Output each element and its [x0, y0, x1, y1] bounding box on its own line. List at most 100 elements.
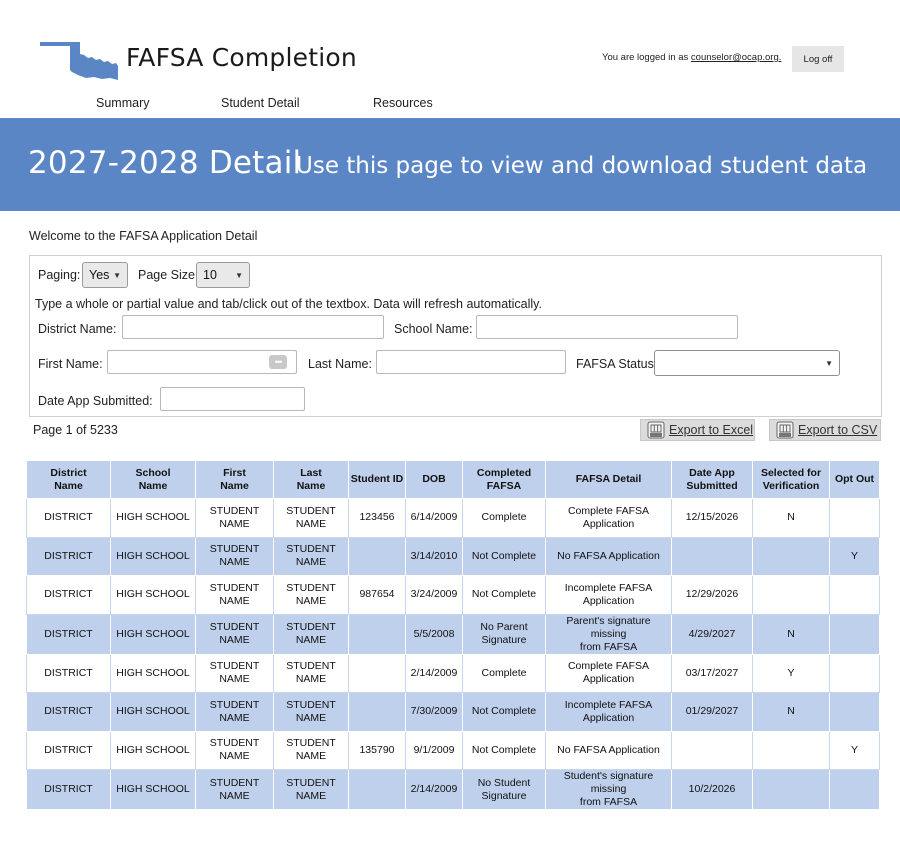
log-off-button[interactable]: Log off	[792, 46, 844, 72]
nav-student-detail[interactable]: Student Detail	[221, 96, 300, 110]
table-cell: 987654	[348, 575, 406, 615]
column-header-text: Completed	[476, 466, 532, 479]
more-options-icon[interactable]: •••	[269, 355, 287, 369]
school-name-label: School Name:	[394, 322, 473, 336]
table-cell: Y	[752, 653, 830, 693]
table-cell: Y	[829, 730, 880, 770]
table-cell	[752, 575, 830, 615]
table-cell: 9/1/2009	[405, 730, 463, 770]
nav-summary[interactable]: Summary	[96, 96, 149, 110]
table-cell: HIGH SCHOOL	[110, 498, 196, 538]
table-cell: STUDENT NAME	[195, 730, 274, 770]
table-cell: No FAFSA Application	[545, 536, 672, 576]
column-header[interactable]: Selected for Verification	[752, 460, 830, 499]
table-cell: 7/30/2009	[405, 692, 463, 732]
column-header[interactable]: Completed FAFSA	[462, 460, 546, 499]
table-cell: DISTRICT	[26, 575, 111, 615]
column-header[interactable]: Opt Out	[829, 460, 880, 499]
column-header[interactable]: School Name	[110, 460, 196, 499]
column-header-text: School	[135, 466, 171, 479]
table-cell: N	[752, 498, 830, 538]
school-name-input[interactable]	[476, 315, 738, 339]
chevron-down-icon: ▼	[825, 358, 833, 368]
export-excel-button[interactable]: Export to Excel	[640, 419, 755, 441]
table-cell: 10/2/2026	[671, 769, 753, 810]
table-cell: Complete FAFSA Application	[545, 653, 672, 693]
table-header-row: District Name School Name First Name Last Name S…	[26, 460, 880, 499]
column-header[interactable]: FAFSA Detail	[545, 460, 672, 499]
table-row: DISTRICT HIGH SCHOOL STUDENT NAME STUDENT NAM…	[26, 536, 880, 576]
column-header[interactable]: Student ID	[348, 460, 406, 499]
export-csv-button[interactable]: Export to CSV	[769, 419, 881, 441]
export-excel-label: Export to Excel	[669, 423, 754, 437]
table-cell: HIGH SCHOOL	[110, 536, 196, 576]
page-banner: 2027-2028 Detail Use this page to view a…	[0, 118, 900, 211]
page-size-select[interactable]: 10 ▼	[196, 262, 250, 288]
district-name-label: District Name:	[38, 322, 117, 336]
table-cell: 135790	[348, 730, 406, 770]
column-header-text: Selected for	[760, 466, 822, 479]
table-cell: STUDENT NAME	[195, 498, 274, 538]
table-cell: HIGH SCHOOL	[110, 730, 196, 770]
table-cell: Complete	[462, 653, 546, 693]
table-cell: 12/15/2026	[671, 498, 753, 538]
column-header-text: Student ID	[350, 473, 404, 485]
column-header-text: FAFSA	[486, 479, 522, 492]
login-prefix: You are logged in as	[602, 52, 691, 63]
table-cell: STUDENT NAME	[273, 730, 349, 770]
chevron-down-icon: ▼	[235, 270, 243, 280]
table-cell: DISTRICT	[26, 613, 111, 655]
table-cell: Not Complete	[462, 692, 546, 732]
column-header-text: Name	[138, 479, 168, 492]
table-cell: Y	[829, 536, 880, 576]
table-cell: 4/29/2027	[671, 613, 753, 655]
login-status: You are logged in as counselor@ocap.org.	[602, 52, 781, 63]
column-header[interactable]: First Name	[195, 460, 274, 499]
page-size-value: 10	[203, 268, 217, 282]
table-cell: 3/14/2010	[405, 536, 463, 576]
table-cell: STUDENT NAME	[273, 653, 349, 693]
table-cell	[348, 692, 406, 732]
column-header[interactable]: DOB	[405, 460, 463, 499]
table-cell: DISTRICT	[26, 769, 111, 810]
user-email-link[interactable]: counselor@ocap.org.	[691, 52, 781, 63]
table-cell: 2/14/2009	[405, 653, 463, 693]
welcome-text: Welcome to the FAFSA Application Detail	[29, 229, 258, 243]
table-cell: HIGH SCHOOL	[110, 653, 196, 693]
table-cell: 03/17/2027	[671, 653, 753, 693]
column-header-text: DOB	[422, 473, 446, 485]
column-header[interactable]: Date App Submitted	[671, 460, 753, 499]
page-count: Page 1 of 5233	[33, 423, 118, 437]
table-cell: STUDENT NAME	[273, 692, 349, 732]
date-app-submitted-input[interactable]	[160, 387, 305, 411]
district-name-input[interactable]	[122, 315, 384, 339]
table-cell: Parent's signature missing from FAFSA	[545, 613, 672, 655]
column-header-text: Name	[220, 479, 249, 492]
table-cell: STUDENT NAME	[273, 536, 349, 576]
nav-resources[interactable]: Resources	[373, 96, 433, 110]
paging-value: Yes	[89, 268, 110, 282]
column-header[interactable]: Last Name	[273, 460, 349, 499]
first-name-input[interactable]: •••	[107, 350, 297, 374]
table-cell: 5/5/2008	[405, 613, 463, 655]
paging-label: Paging:	[38, 268, 81, 282]
table-cell: Not Complete	[462, 730, 546, 770]
table-cell: DISTRICT	[26, 730, 111, 770]
table-cell: STUDENT NAME	[195, 613, 274, 655]
table-cell: DISTRICT	[26, 536, 111, 576]
table-cell	[348, 769, 406, 810]
column-header-text: Name	[54, 479, 83, 492]
fafsa-status-select[interactable]: ▼	[654, 350, 840, 376]
excel-file-icon	[647, 421, 665, 439]
table-cell: Incomplete FAFSA Application	[545, 692, 672, 732]
filter-panel: Paging: Yes ▼ Page Size: 10 ▼ Type a who…	[29, 255, 882, 417]
last-name-input[interactable]	[376, 350, 566, 374]
table-cell	[348, 613, 406, 655]
column-header[interactable]: District Name	[26, 460, 111, 499]
table-cell: 3/24/2009	[405, 575, 463, 615]
table-cell: 01/29/2027	[671, 692, 753, 732]
table-cell: 123456	[348, 498, 406, 538]
student-detail-table: District Name School Name First Name Last Name S…	[26, 460, 880, 810]
paging-select[interactable]: Yes ▼	[82, 262, 128, 288]
column-header-text: Date App	[689, 466, 735, 479]
